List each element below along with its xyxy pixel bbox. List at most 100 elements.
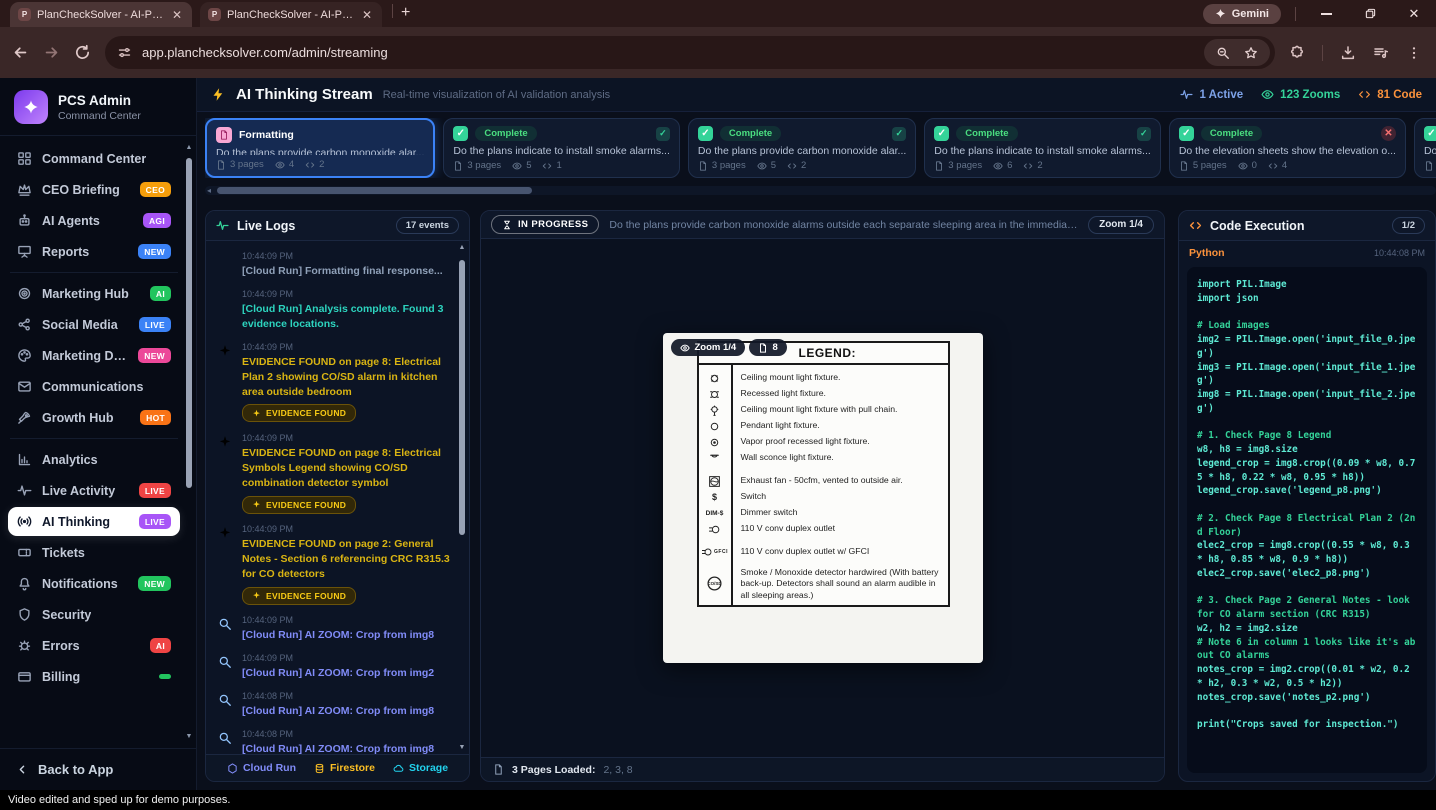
code-execution-panel: Code Execution 1/2 Python 10:44:08 PM im… (1178, 210, 1436, 782)
nav-divider (10, 438, 178, 439)
gemini-button[interactable]: Gemini (1203, 4, 1281, 24)
sidebar-scrollbar[interactable]: ▲ ▼ (185, 144, 193, 740)
card-indicator: ✓ (1137, 127, 1151, 141)
pages-stat: 5 pages (1179, 160, 1227, 171)
legend-row-duplex-outlet: 110 V conv duplex outlet (699, 521, 948, 537)
menu-dots-icon[interactable] (1406, 45, 1422, 61)
question-card-1[interactable]: FormattingDo the plans provide carbon mo… (205, 118, 435, 178)
log-entry-2: undefined10:44:09 PM[Cloud Run] Analysis… (218, 289, 455, 332)
log-entry-6: 10:44:09 PM [Cloud Run] AI ZOOM: Crop fro… (218, 615, 455, 643)
rocket-icon (17, 410, 32, 425)
code-line: elec2_crop.save('elec2_p8.png') (1197, 567, 1417, 581)
sidebar-item-ceo-briefing[interactable]: CEO BriefingCEO (8, 175, 180, 204)
code-line: notes_crop.save('notes_p2.png') (1197, 691, 1417, 705)
header-stats: 1 Active123 Zooms81 Code (1180, 88, 1422, 101)
service-firestore: Firestore (314, 762, 375, 774)
mail-icon (17, 379, 32, 394)
logs-scrollbar[interactable]: ▲ ▼ (458, 244, 466, 751)
log-message: [Cloud Run] AI ZOOM: Crop from img8 (242, 628, 455, 643)
scroll-left-icon[interactable]: ◂ (207, 186, 211, 195)
scroll-down-icon[interactable]: ▼ (185, 733, 193, 740)
sidebar-item-marketing-hub[interactable]: Marketing HubAI (8, 279, 180, 308)
plan-image[interactable]: Zoom 1/4 8 LEGEND: Ceiling mount light f… (663, 333, 983, 663)
question-card-5[interactable]: ✓Complete✕Do the elevation sheets show t… (1169, 118, 1406, 178)
sidebar-item-live-activity[interactable]: Live ActivityLIVE (8, 476, 180, 505)
reload-icon[interactable] (74, 44, 91, 61)
code-line (1197, 498, 1417, 512)
zoom-search-icon[interactable] (1216, 46, 1230, 60)
card-status-label: Formatting (239, 129, 294, 141)
legend-row-text: Vapor proof recessed light fixture. (731, 436, 874, 447)
viewer-canvas: Zoom 1/4 8 LEGEND: Ceiling mount light f… (481, 239, 1164, 757)
sidebar-item-security[interactable]: Security (8, 600, 180, 629)
viewer-panel: IN PROGRESS Do the plans provide carbon … (480, 210, 1165, 782)
pages-loaded-bar: 3 Pages Loaded: 2, 3, 8 (481, 757, 1164, 781)
code-block[interactable]: import PIL.Imageimport json # Load image… (1187, 267, 1427, 773)
back-to-app-button[interactable]: Back to App (0, 748, 196, 790)
sidebar-item-ai-agents[interactable]: AI AgentsAGI (8, 206, 180, 235)
sidebar-item-notifications[interactable]: NotificationsNEW (8, 569, 180, 598)
question-cards-row: FormattingDo the plans provide carbon mo… (205, 118, 1436, 178)
log-badge-label: EVIDENCE FOUND (266, 408, 346, 418)
scrollbar-thumb[interactable] (217, 187, 532, 194)
back-icon[interactable] (12, 44, 29, 61)
restore-button[interactable] (1348, 0, 1392, 27)
url-field[interactable]: app.planchecksolver.com/admin/streaming (105, 36, 1275, 69)
sidebar-item-marketing-designs[interactable]: Marketing DesignsNEW (8, 341, 180, 370)
question-card-6[interactable]: ✓Complete✕Do the plans demonstrate the a… (1414, 118, 1436, 178)
sidebar-item-communications[interactable]: Communications (8, 372, 180, 401)
bell-icon (17, 576, 32, 591)
sidebar-item-analytics[interactable]: Analytics (8, 445, 180, 474)
forward-icon[interactable] (43, 44, 60, 61)
log-timestamp: 10:44:09 PM (242, 615, 455, 625)
tab-title: PlanCheckSolver - AI-Powered (227, 9, 354, 21)
magnifier-icon (218, 691, 234, 719)
close-window-button[interactable]: ✕ (1392, 0, 1436, 27)
sidebar-item-billing[interactable]: Billing (8, 662, 180, 691)
download-icon[interactable] (1340, 45, 1356, 61)
new-tab-button[interactable]: + (401, 4, 410, 22)
sidebar-item-label: Notifications (42, 577, 118, 591)
minimize-button[interactable] (1304, 0, 1348, 27)
question-card-2[interactable]: ✓Complete✓Do the plans indicate to insta… (443, 118, 680, 178)
scroll-down-icon[interactable]: ▼ (458, 744, 466, 751)
sidebar-item-errors[interactable]: ErrorsAI (8, 631, 180, 660)
log-message: [Cloud Run] Formatting final response... (242, 264, 455, 279)
question-card-4[interactable]: ✓Complete✓Do the plans indicate to insta… (924, 118, 1161, 178)
card-status-badge: Complete (956, 126, 1017, 141)
code-line (1197, 416, 1417, 430)
header-stat-81-code: 81 Code (1358, 88, 1422, 101)
sidebar-item-label: AI Thinking (42, 515, 110, 529)
sidebar-item-badge: LIVE (139, 317, 171, 332)
app-root: PCS Admin Command Center Command CenterC… (0, 78, 1436, 790)
sidebar-item-ai-thinking[interactable]: AI ThinkingLIVE (8, 507, 180, 536)
scrollbar-thumb[interactable] (186, 158, 192, 488)
sidebar-item-social-media[interactable]: Social MediaLIVE (8, 310, 180, 339)
site-settings-icon[interactable] (117, 45, 132, 60)
pages-stat: 3 pages (216, 159, 264, 170)
browser-tab-1[interactable]: P PlanCheckSolver - AI-Powered ✕ (10, 2, 192, 27)
legend-row-text: Smoke / Monoxide detector hardwired (Wit… (731, 567, 948, 601)
browser-tab-2[interactable]: P PlanCheckSolver - AI-Powered ✕ (200, 2, 382, 27)
sidebar-item-command-center[interactable]: Command Center (8, 144, 180, 173)
sidebar-item-reports[interactable]: ReportsNEW (8, 237, 180, 266)
media-list-icon[interactable] (1373, 45, 1389, 61)
cards-scrollbar[interactable]: ◂ (205, 186, 1436, 195)
question-card-3[interactable]: ✓Complete✓Do the plans provide carbon mo… (688, 118, 916, 178)
scroll-up-icon[interactable]: ▲ (185, 144, 193, 151)
extensions-icon[interactable] (1289, 45, 1305, 61)
bookmark-star-icon[interactable] (1244, 46, 1258, 60)
tab-close-icon[interactable]: ✕ (170, 8, 184, 22)
sidebar-item-tickets[interactable]: Tickets (8, 538, 180, 567)
code-line: # Load images (1197, 319, 1417, 333)
scroll-up-icon[interactable]: ▲ (458, 244, 466, 251)
pages-stat-value: 3 pages (230, 159, 264, 170)
tab-close-icon[interactable]: ✕ (360, 8, 374, 22)
sidebar-item-growth-hub[interactable]: Growth HubHOT (8, 403, 180, 432)
url-text[interactable]: app.planchecksolver.com/admin/streaming (142, 45, 1194, 60)
sidebar-item-badge: LIVE (139, 483, 171, 498)
code-line: # 3. Check Page 2 General Notes - look f… (1197, 594, 1417, 622)
scrollbar-thumb[interactable] (459, 260, 465, 535)
pass-check-icon: ✓ (1137, 127, 1151, 141)
card-question: Do the plans indicate to install smoke a… (453, 145, 670, 156)
